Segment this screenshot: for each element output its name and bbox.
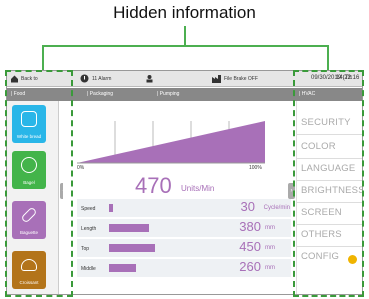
- metric-row-top: Top 450 mm: [77, 239, 291, 257]
- metric-row-length: Length 380 mm: [77, 219, 291, 237]
- speed-value: 30: [240, 199, 255, 214]
- tab-pumping[interactable]: | Pumping: [157, 91, 179, 97]
- speed-bar: [109, 204, 113, 212]
- length-unit: mm: [265, 225, 275, 231]
- factory-icon: [212, 75, 221, 83]
- speed-unit: Cycle/min: [263, 205, 290, 211]
- middle-unit: mm: [265, 265, 275, 271]
- metric-row-speed: Speed 30 Cycle/min: [77, 199, 291, 217]
- annotation-bracket-stem: [184, 26, 186, 46]
- top-bar: [109, 244, 155, 252]
- alarm-icon[interactable]: [80, 74, 89, 83]
- brake-status: File Brake OFF: [224, 76, 258, 82]
- output-rate-value: 470: [135, 173, 172, 198]
- length-value: 380: [239, 219, 261, 234]
- annotation-title: Hidden information: [113, 3, 256, 22]
- production-view: 0% 100% 470 Units/Min Speed 30 Cycle/min…: [63, 101, 295, 294]
- tab-packaging[interactable]: | Packaging: [87, 91, 113, 97]
- output-rate-unit: Units/Min: [181, 184, 215, 193]
- hidden-area-right: [293, 70, 364, 297]
- middle-value: 260: [239, 259, 261, 274]
- gauge-max-label: 100%: [249, 165, 262, 171]
- top-value: 450: [239, 239, 261, 254]
- top-unit: mm: [265, 245, 275, 251]
- production-ramp-fill: [77, 121, 265, 163]
- middle-bar: [109, 264, 136, 272]
- length-bar: [109, 224, 149, 232]
- operator-icon[interactable]: [145, 74, 154, 83]
- alarm-count[interactable]: 11 Alarm: [92, 76, 111, 82]
- production-ramp-chart: [77, 121, 265, 164]
- metric-row-middle: Middle 260 mm: [77, 259, 291, 277]
- hidden-area-left: [5, 70, 73, 297]
- gauge-min-label: 0%: [77, 165, 85, 171]
